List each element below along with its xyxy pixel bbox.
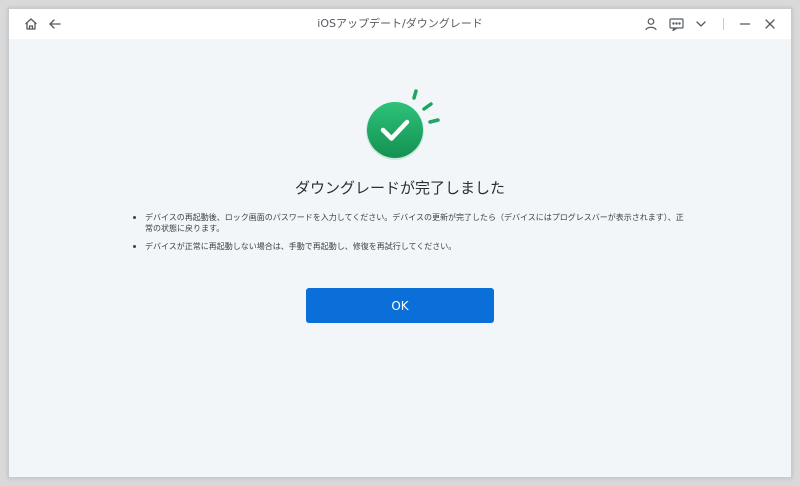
app-window: iOSアップデート/ダウングレード ダウングレードが完了しました デバイスの再起… <box>8 8 792 478</box>
chat-icon[interactable] <box>668 16 684 32</box>
instruction-list: デバイスの再起動後、ロック画面のパスワードを入力してください。デバイスの更新が完… <box>129 212 689 259</box>
completion-heading: ダウングレードが完了しました <box>294 179 505 197</box>
ok-button[interactable]: OK <box>306 288 494 323</box>
title-bar: iOSアップデート/ダウングレード <box>9 9 791 39</box>
user-icon[interactable] <box>643 16 659 32</box>
checkmark-circle-icon <box>361 84 451 174</box>
close-icon[interactable] <box>762 16 778 32</box>
instruction-item: デバイスが正常に再起動しない場合は、手動で再起動し、修復を再試行してください。 <box>129 241 689 252</box>
titlebar-divider <box>723 18 724 30</box>
minimize-icon[interactable] <box>737 16 753 32</box>
chevron-down-icon[interactable] <box>693 16 709 32</box>
instruction-item: デバイスの再起動後、ロック画面のパスワードを入力してください。デバイスの更新が完… <box>129 212 689 234</box>
